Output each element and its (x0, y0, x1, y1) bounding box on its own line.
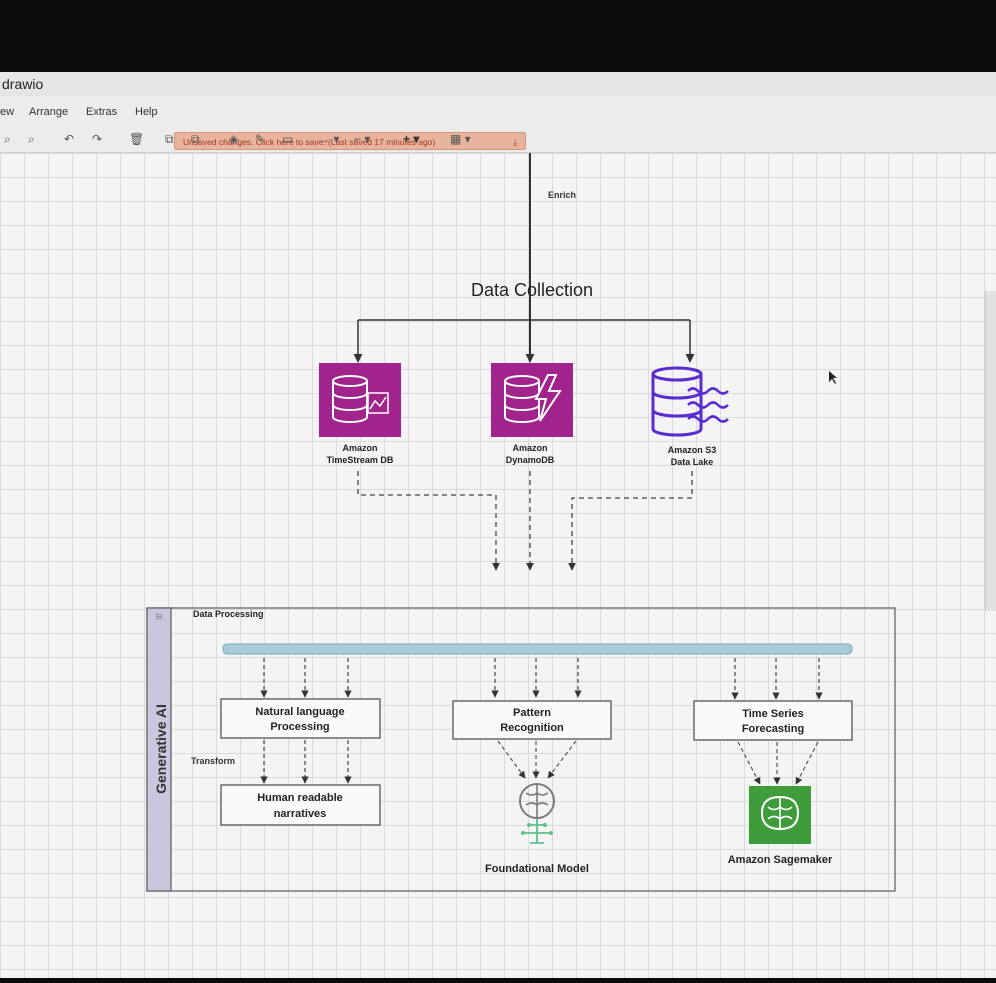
time-series-label-line2: Forecasting (742, 723, 804, 735)
enrich-label: Enrich (548, 190, 576, 200)
app-title: drawio (2, 76, 44, 92)
to-back-icon[interactable]: ⧉ (191, 132, 200, 147)
delete-icon[interactable]: 🗑 (129, 132, 144, 146)
diagram-canvas[interactable]: Enrich Data Collection Amazon TimeStream… (0, 153, 996, 978)
menu-bar: ew Arrange Extras Help Unsaved changes. … (0, 100, 996, 150)
narratives-label-line2: narratives (274, 808, 327, 820)
timeseries-to-sagemaker-connectors[interactable] (737, 741, 819, 785)
zoom-in-icon[interactable]: ⌕ (4, 132, 11, 147)
mouse-cursor-icon (829, 371, 837, 384)
menu-arrange[interactable]: Arrange (29, 106, 68, 118)
menu-help[interactable]: Help (135, 106, 158, 118)
redo-icon[interactable]: ↷ (92, 132, 102, 146)
diagram: Enrich Data Collection Amazon TimeStream… (146, 153, 896, 892)
sagemaker-icon[interactable] (749, 786, 811, 844)
connection-icon[interactable]: → ▾ (318, 132, 339, 146)
collapse-icon[interactable]: ⊟ (156, 612, 163, 621)
toolbar: ⌕ ⌕ ↶ ↷ 🗑 ⧉ ⧉ ◈ ✎ ▭ → ▾ ⌐ ▾ + ▾ ▦ ▾ (0, 128, 996, 153)
nlp-label-line1: Natural language (255, 706, 344, 718)
s3-to-bus[interactable] (568, 471, 693, 571)
nlp-label-line2: Processing (270, 721, 329, 733)
processing-bus[interactable] (222, 643, 853, 655)
right-panel-edge[interactable] (985, 291, 996, 611)
menu-view[interactable]: ew (0, 106, 14, 118)
title-bar: drawio (0, 72, 996, 96)
table-icon[interactable]: ▦ ▾ (450, 132, 471, 146)
s3-data-lake-icon[interactable] (651, 366, 729, 437)
foundational-model-brain-icon[interactable] (519, 783, 555, 844)
sagemaker-label: Amazon Sagemaker (728, 854, 833, 866)
dynamodb-label-line2: DynamoDB (506, 455, 555, 465)
shadow-icon[interactable]: ▭ (282, 132, 293, 146)
pattern-to-model-connectors[interactable] (497, 740, 577, 779)
s3-label-line2: Data Lake (671, 457, 714, 467)
nlp-to-narratives-connectors[interactable] (260, 740, 352, 784)
to-front-icon[interactable]: ⧉ (165, 132, 174, 147)
app-window: drawio ew Arrange Extras Help Unsaved ch… (0, 72, 996, 978)
time-series-label-line1: Time Series (742, 708, 804, 720)
data-collection-title[interactable]: Data Collection (471, 280, 593, 300)
pattern-label-line1: Pattern (513, 707, 551, 719)
narratives-label-line1: Human readable (257, 792, 343, 804)
transform-label: Transform (191, 756, 235, 766)
bus-to-boxes-connectors[interactable] (260, 658, 823, 700)
generative-ai-label: Generative AI (153, 704, 169, 794)
undo-icon[interactable]: ↶ (64, 132, 74, 146)
zoom-out-icon[interactable]: ⌕ (28, 132, 35, 147)
dynamodb-label-line1: Amazon (512, 443, 547, 453)
timestream-to-bus[interactable] (357, 471, 500, 571)
pattern-label-line2: Recognition (500, 722, 564, 734)
s3-label-line1: Amazon S3 (668, 445, 717, 455)
menu-extras[interactable]: Extras (86, 106, 117, 118)
fill-color-icon[interactable]: ◈ (229, 132, 238, 146)
timestream-label-line2: TimeStream DB (327, 455, 394, 465)
timestream-db-icon[interactable] (319, 363, 401, 437)
dynamodb-icon[interactable] (491, 363, 573, 437)
insert-icon[interactable]: + ▾ (403, 132, 419, 146)
timestream-label-line1: Amazon (342, 443, 377, 453)
foundational-model-label: Foundational Model (485, 863, 589, 875)
data-processing-title: Data Processing (193, 609, 264, 619)
waypoints-icon[interactable]: ⌐ ▾ (354, 132, 370, 146)
line-color-icon[interactable]: ✎ (255, 132, 265, 146)
